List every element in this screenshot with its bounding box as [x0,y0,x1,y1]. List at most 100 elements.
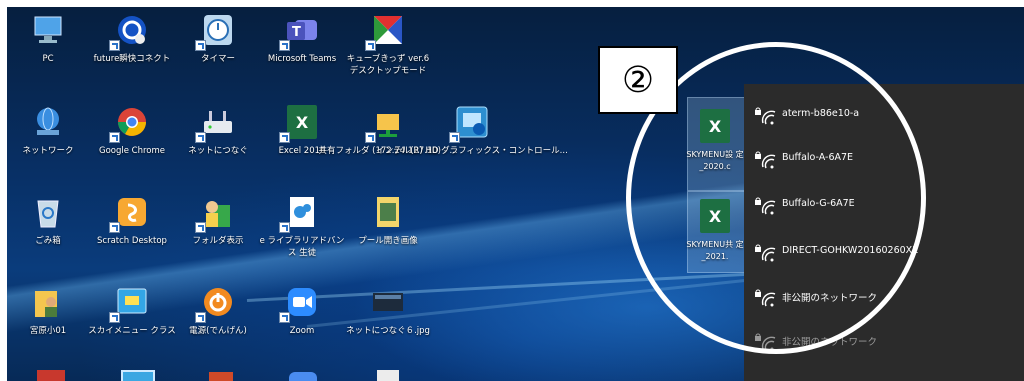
partial-app-icon[interactable] [289,372,317,381]
desktop-file-skymenu-2021[interactable]: X SKYMENU共 定_2021. [675,197,755,263]
wifi-network-item[interactable]: 非公開のネットワーク [744,320,1024,364]
shortcut-arrow-icon [279,312,290,323]
e-library-icon [279,193,322,233]
partial-app-icon[interactable] [121,370,155,381]
pc-icon [28,11,68,49]
wifi-ssid-label: 非公開のネットワーク [782,293,878,304]
wifi-network-item[interactable]: Buffalo-G-6A7E [744,184,1024,228]
desktop-icon-folder-view[interactable]: フォルダ表示 [173,193,263,247]
chrome-icon [109,103,152,143]
desktop-icon-future-connect[interactable]: future瞬快コネクト [87,11,177,65]
icon-label: フォルダ表示 [192,236,244,246]
icon-label: future瞬快コネクト [93,54,171,64]
secured-wifi-icon [755,151,776,169]
desktop-file-skymenu-2020[interactable]: X SKYMENU設 定_2020.c [675,107,755,173]
shortcut-arrow-icon [195,40,206,51]
scratch-icon [109,193,152,233]
excel-icon: X [279,103,322,143]
desktop-icon-skymenu[interactable]: スカイメニュー クラス [87,283,177,337]
icon-label: SKYMENU共 定_2021. [686,240,744,261]
icon-label: ネットにつなぐ [188,146,248,156]
skymenu-icon [109,283,152,323]
desktop-icon-net-connect[interactable]: ネットにつなぐ [173,103,263,157]
icon-label: Zoom [289,326,315,336]
wifi-network-item[interactable]: Buffalo-A-6A7E [744,138,1024,182]
desktop-icon-chrome[interactable]: Google Chrome [87,103,177,157]
wifi-ssid-label: Buffalo-A-6A7E [782,152,854,163]
user-icon [28,283,68,321]
wifi-ssid-label: aterm-b86e10-a [782,108,860,119]
desktop-icon-image-file[interactable]: ネットにつなぐ６.jpg [343,283,433,337]
desktop-icon-e-library[interactable]: e ライブラリアドバンス 生徒 [257,193,347,259]
desktop-icon-power[interactable]: 電源(でんげん) [173,283,263,337]
icon-label: ネットワーク [22,146,74,156]
secured-wifi-icon [755,107,776,125]
shortcut-arrow-icon [279,40,290,51]
desktop-icon-intel-graphics[interactable]: インテル(R) HD グラフィックス・コントロール... [376,103,568,157]
desktop-icon-network[interactable]: ネットワーク [7,103,93,157]
partial-file-icon[interactable] [377,370,399,381]
shortcut-arrow-icon [279,222,290,233]
shortcut-arrow-icon [365,40,376,51]
icon-label: スカイメニュー クラス [88,326,176,336]
icon-label: 宮原小01 [29,326,67,336]
excel-file-icon: X [695,197,735,235]
icon-label: PC [42,54,54,64]
icon-label: 電源(でんげん) [189,326,247,336]
excel-file-icon: X [695,107,735,145]
secured-wifi-icon [755,333,776,351]
wifi-network-panel: aterm-b86e10-a Buffalo-A-6A7E Buffalo-G-… [744,84,1024,381]
timer-icon [195,11,238,51]
icon-label: Scratch Desktop [97,236,167,246]
partial-app-icon[interactable] [37,370,65,381]
icon-label: e ライブラリアドバンス 生徒 [259,236,345,258]
desktop-icon-cube-kids[interactable]: キューブきっず ver.6 デスクトップモード [343,11,433,77]
partial-app-icon[interactable] [209,372,233,381]
wifi-ssid-label: Buffalo-G-6A7E [782,198,855,209]
desktop-icon-recycle-bin[interactable]: ごみ箱 [7,193,93,247]
icon-label: キューブきっず ver.6 デスクトップモード [346,54,430,76]
zoom-icon [279,283,322,323]
secured-wifi-icon [755,289,776,307]
icon-label: ごみ箱 [35,236,61,246]
folder-view-icon [195,193,238,233]
shortcut-arrow-icon [109,132,120,143]
intel-graphics-icon [449,103,492,143]
net-connect-icon [195,103,238,143]
shortcut-arrow-icon [195,312,206,323]
shared-folder-icon [365,103,408,143]
icon-label: Google Chrome [98,146,166,156]
desktop-icon-pc[interactable]: PC [7,11,93,65]
cube-kids-icon [365,11,408,51]
shortcut-arrow-icon [195,222,206,233]
shortcut-arrow-icon [109,312,120,323]
wifi-network-item[interactable]: DIRECT-GOHKW20160260XE [744,231,1024,275]
desktop-icon-zoom[interactable]: Zoom [257,283,347,337]
icon-label: タイマー [200,54,235,64]
pool-image-icon [368,193,408,231]
wifi-ssid-label: DIRECT-GOHKW20160260XE [782,245,919,256]
shortcut-arrow-icon [195,132,206,143]
wifi-network-item[interactable]: aterm-b86e10-a [744,94,1024,138]
shortcut-arrow-icon [109,40,120,51]
svg-text:T: T [292,25,301,40]
desktop-icon-user-folder[interactable]: 宮原小01 [7,283,93,337]
desktop-icon-timer[interactable]: タイマー [173,11,263,65]
secured-wifi-icon [755,244,776,262]
recycle-bin-icon [28,193,68,231]
desktop-icon-scratch[interactable]: Scratch Desktop [87,193,177,247]
icon-label: SKYMENU設 定_2020.c [686,150,744,171]
shortcut-arrow-icon [109,222,120,233]
secured-wifi-icon [755,197,776,215]
desktop-icon-teams[interactable]: T Microsoft Teams [257,11,347,65]
shortcut-arrow-icon [449,132,460,143]
step-number-badge: ② [598,46,678,114]
image-file-icon [368,283,408,321]
wifi-network-item[interactable]: 非公開のネットワーク [744,276,1024,320]
icon-label: Microsoft Teams [267,54,337,64]
desktop-icon-pool-image[interactable]: プール開き画像 [343,193,433,247]
icon-label: ネットにつなぐ６.jpg [346,326,430,336]
shortcut-arrow-icon [279,132,290,143]
icon-label: インテル(R) HD グラフィックス・コントロール... [376,146,568,156]
teams-icon: T [279,11,322,51]
